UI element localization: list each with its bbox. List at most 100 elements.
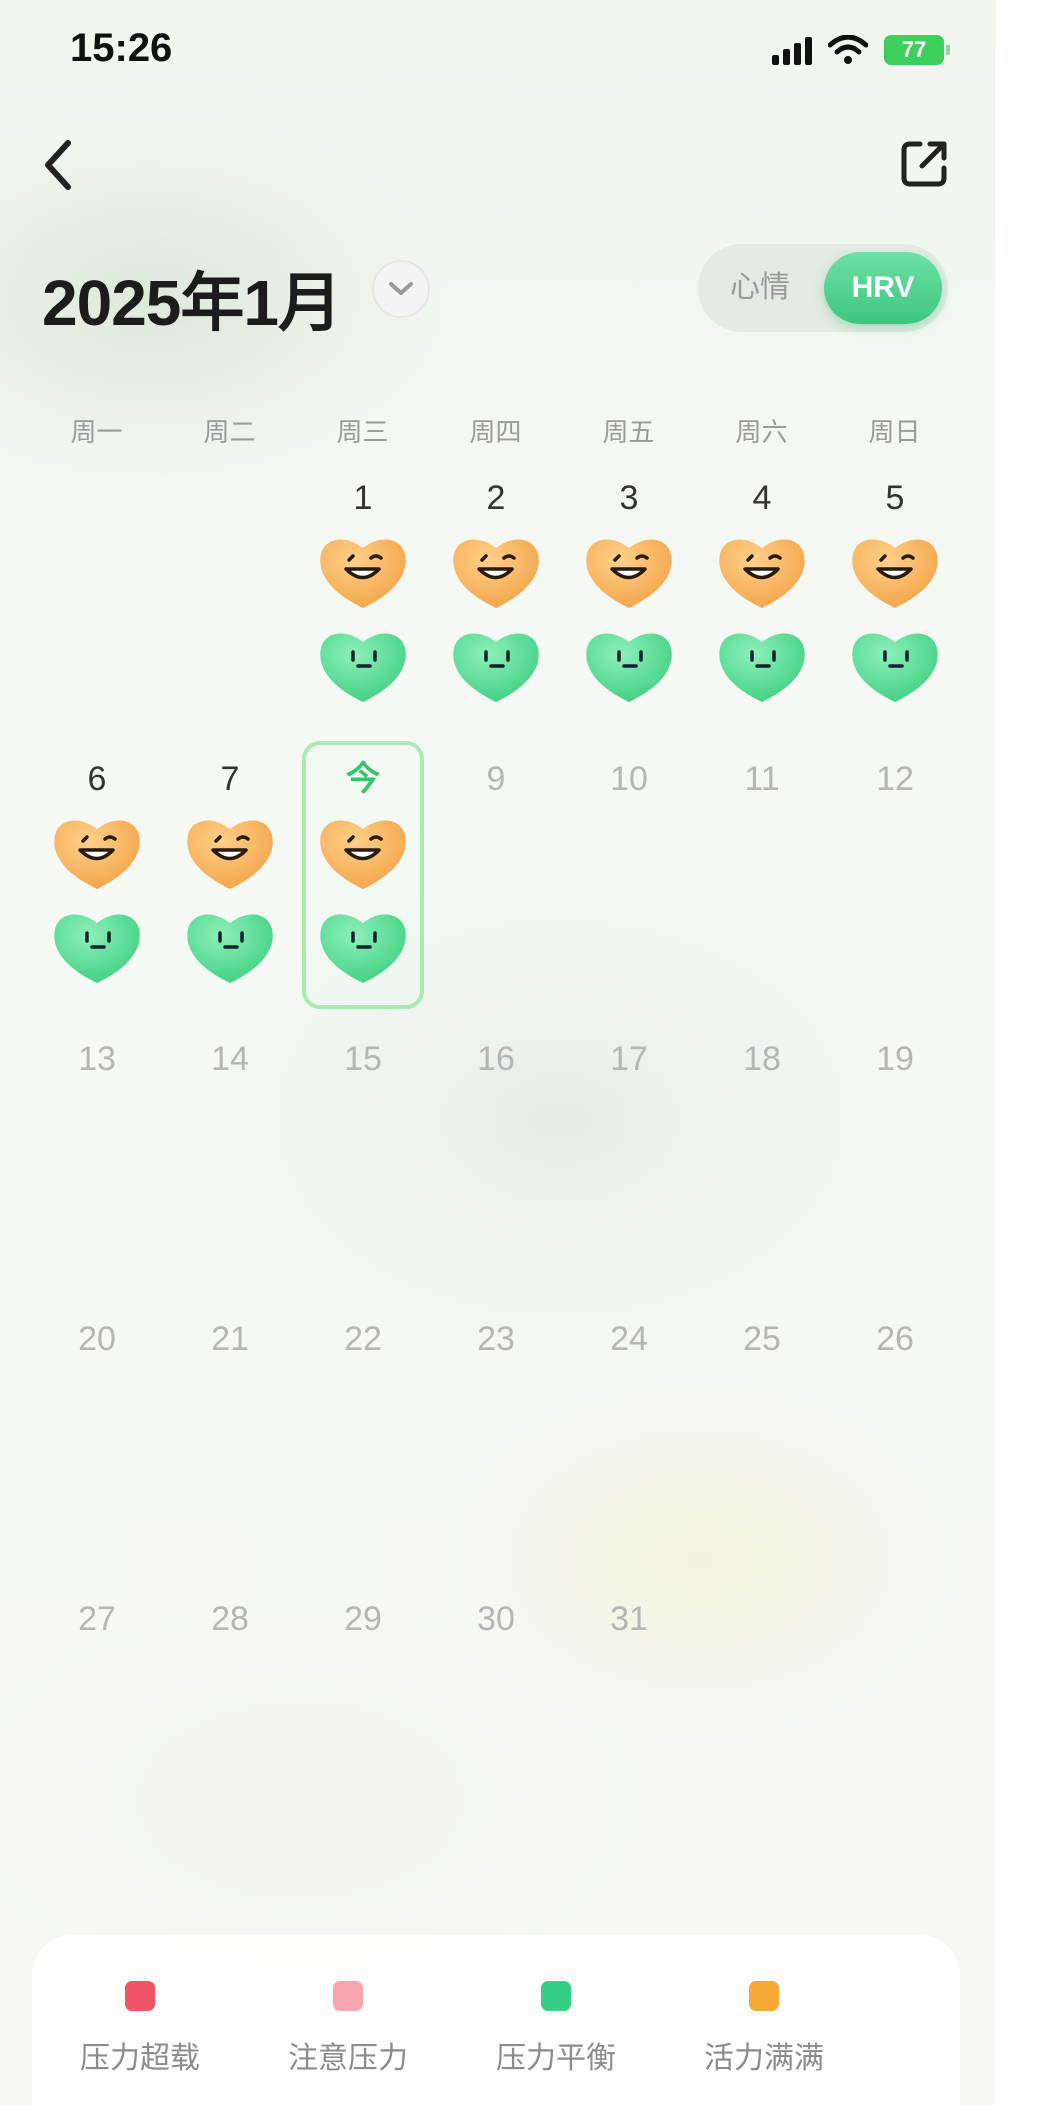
calendar-day[interactable]: 4 [703,476,821,726]
calendar-day[interactable]: 29 [304,1597,422,1847]
day-number: 25 [743,1320,781,1358]
calendar-day[interactable]: 9 [437,757,555,1007]
day-number: 15 [344,1040,382,1078]
calendar-day[interactable]: 18 [703,1037,821,1287]
day-number: 16 [477,1040,515,1078]
day-number: 7 [220,760,240,798]
calendar-day[interactable]: 31 [570,1597,688,1847]
day-number: 5 [885,479,905,517]
weekday-label: 周一 [70,417,123,447]
calendar-day[interactable]: 13 [38,1037,156,1287]
calendar-day[interactable]: 30 [437,1597,555,1847]
legend-label: 压力平衡 [496,2042,616,2075]
day-number: 1 [353,479,373,517]
month-title: 2025年1月 [42,267,342,339]
weekday-label: 周日 [868,417,921,447]
calendar-day[interactable]: 19 [836,1037,954,1287]
weekday-label: 周四 [469,417,522,447]
heart-orange-laughing-icon [448,532,544,612]
calendar-day[interactable]: 1 [304,476,422,726]
calendar-day[interactable]: 28 [171,1597,289,1847]
heart-orange-laughing-icon [581,532,677,612]
day-number: 4 [752,479,772,517]
day-number: 24 [610,1320,648,1358]
view-toggle[interactable]: 心情 HRV [698,244,948,332]
signal-icon [772,35,812,65]
day-number: 2 [486,479,506,517]
legend-item: 注意压力 [248,1981,448,2077]
legend-label: 活力满满 [704,2042,824,2075]
calendar-day[interactable]: 22 [304,1317,422,1567]
calendar-day[interactable]: 3 [570,476,688,726]
calendar-day[interactable]: 6 [38,757,156,1007]
legend-label: 注意压力 [288,2042,408,2075]
calendar-day[interactable]: 20 [38,1317,156,1567]
day-number: 18 [743,1040,781,1078]
legend-swatch-energetic [749,1981,779,2011]
share-icon[interactable] [898,138,950,190]
calendar-day-today[interactable]: 今 [304,757,422,1007]
calendar-day[interactable]: 16 [437,1037,555,1287]
calendar-day[interactable]: 26 [836,1317,954,1567]
day-number: 13 [78,1040,116,1078]
calendar-day[interactable]: 7 [171,757,289,1007]
month-dropdown-button[interactable] [372,260,430,318]
day-number: 14 [211,1040,249,1078]
day-number: 9 [486,760,506,798]
legend-item: 压力超载 [40,1981,240,2077]
heart-green-calm-icon [448,626,544,706]
day-number: 29 [344,1600,382,1638]
day-number: 30 [477,1600,515,1638]
heart-orange-laughing-icon [847,532,943,612]
calendar-day[interactable]: 12 [836,757,954,1007]
toggle-hrv[interactable]: HRV [824,252,942,324]
heart-green-calm-icon [581,626,677,706]
day-number: 11 [744,760,780,798]
day-number: 20 [78,1320,116,1358]
legend-item: 活力满满 [664,1981,864,2077]
calendar-day[interactable]: 11 [703,757,821,1007]
day-number: 27 [78,1600,116,1638]
calendar-day[interactable]: 17 [570,1037,688,1287]
wifi-icon [828,35,868,64]
day-number: 23 [477,1320,515,1358]
day-number: 21 [211,1320,249,1358]
chevron-down-icon [389,282,413,295]
heart-green-calm-icon [847,626,943,706]
calendar-day[interactable]: 25 [703,1317,821,1567]
back-icon[interactable] [38,135,78,195]
heart-green-calm-icon [315,907,411,987]
heart-green-calm-icon [714,626,810,706]
toggle-mood[interactable]: 心情 [730,244,790,332]
status-icons: 77 [772,30,950,70]
calendar-day[interactable]: 15 [304,1037,422,1287]
heart-green-calm-icon [49,907,145,987]
calendar-day[interactable]: 5 [836,476,954,726]
heart-orange-laughing-icon [315,813,411,893]
legend-swatch-balance [541,1981,571,2011]
calendar-day[interactable]: 2 [437,476,555,726]
calendar-day[interactable]: 23 [437,1317,555,1567]
heart-orange-laughing-icon [714,532,810,612]
legend-card: 压力超载 注意压力 压力平衡 活力满满 [32,1935,960,2105]
legend-swatch-attention [333,1981,363,2011]
heart-orange-laughing-icon [49,813,145,893]
calendar-day[interactable]: 21 [171,1317,289,1567]
day-number: 26 [876,1320,914,1358]
heart-green-calm-icon [315,626,411,706]
battery-icon: 77 [884,35,950,65]
screen-edge [995,0,1054,2105]
day-number: 10 [610,760,648,798]
day-number: 17 [610,1040,648,1078]
calendar-day[interactable]: 24 [570,1317,688,1567]
calendar-day[interactable]: 27 [38,1597,156,1847]
day-number: 22 [344,1320,382,1358]
calendar-day[interactable]: 14 [171,1037,289,1287]
heart-orange-laughing-icon [182,813,278,893]
calendar-day[interactable]: 10 [570,757,688,1007]
weekday-header: 周一 周二 周三 周四 周五 周六 周日 [30,412,964,449]
weekday-label: 周五 [602,417,655,447]
heart-green-calm-icon [182,907,278,987]
day-number: 12 [876,760,914,798]
day-number: 19 [876,1040,914,1078]
